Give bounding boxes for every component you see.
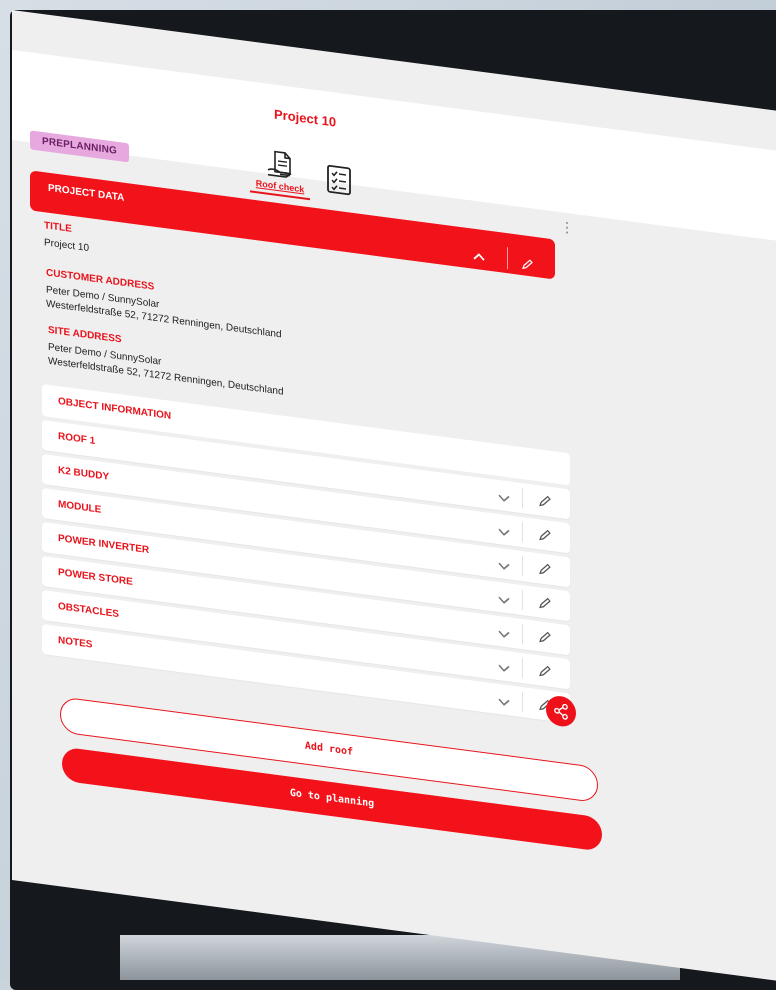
accordion-label: NOTES <box>58 635 93 651</box>
accordion-label: ROOF 1 <box>58 431 96 447</box>
app-screen: Project 10 PREPLANNING Roof check ⋮ PROJ… <box>12 10 776 982</box>
row-divider <box>522 658 523 679</box>
kebab-menu-icon[interactable]: ⋮ <box>560 218 574 236</box>
chevron-down-icon[interactable] <box>498 693 510 713</box>
pencil-icon[interactable] <box>539 527 551 547</box>
accordion-label: POWER STORE <box>58 567 133 588</box>
pencil-icon[interactable] <box>539 561 551 581</box>
project-data-label: PROJECT DATA <box>48 182 125 204</box>
title-label: TITLE <box>44 220 72 235</box>
accordion-label: MODULE <box>58 499 102 516</box>
row-divider <box>522 624 523 645</box>
pencil-icon[interactable] <box>522 256 533 275</box>
chevron-down-icon[interactable] <box>498 659 510 679</box>
accordion-label: OBSTACLES <box>58 601 119 621</box>
accordion-label: POWER INVERTER <box>58 533 150 557</box>
roof-check-button[interactable]: Roof check <box>250 145 310 201</box>
row-divider <box>522 522 523 543</box>
chevron-down-icon[interactable] <box>498 625 510 645</box>
chevron-down-icon[interactable] <box>498 523 510 543</box>
pencil-icon[interactable] <box>539 595 551 615</box>
row-divider <box>522 488 523 509</box>
checklist-icon <box>327 164 351 196</box>
object-information-label: OBJECT INFORMATION <box>58 396 172 422</box>
pencil-icon[interactable] <box>539 629 551 649</box>
chevron-down-icon[interactable] <box>498 591 510 611</box>
roof-document-icon <box>267 150 292 178</box>
chevron-down-icon[interactable] <box>498 489 510 509</box>
accordion-label: K2 BUDDY <box>58 465 110 483</box>
row-divider <box>522 692 523 713</box>
chevron-up-icon[interactable] <box>473 249 485 265</box>
chevron-down-icon[interactable] <box>498 557 510 577</box>
checklist-button[interactable] <box>326 163 352 201</box>
row-divider <box>522 556 523 577</box>
pencil-icon[interactable] <box>539 663 551 683</box>
share-button[interactable] <box>546 694 576 729</box>
pencil-icon[interactable] <box>539 493 551 513</box>
share-icon <box>554 703 568 720</box>
header-divider <box>507 247 508 270</box>
row-divider <box>522 590 523 611</box>
title-value: Project 10 <box>44 237 90 255</box>
